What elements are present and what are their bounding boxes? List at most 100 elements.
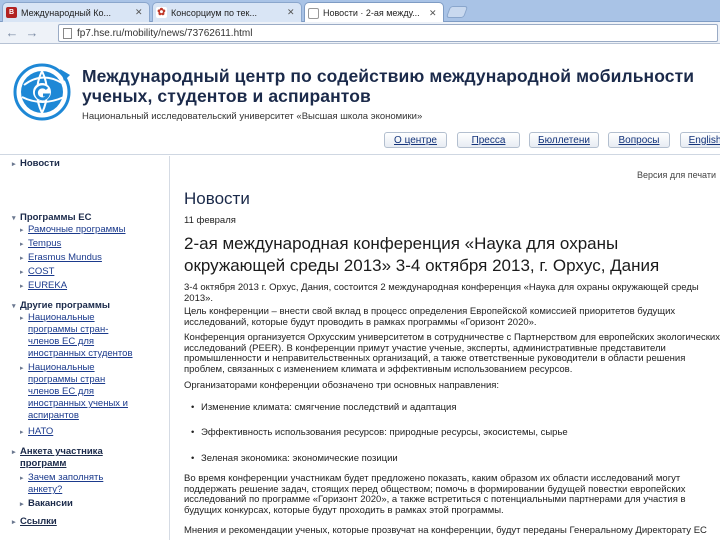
sidebar-item-label: Национальные [28, 362, 95, 373]
nav-press-button[interactable]: Пресса [457, 132, 520, 148]
arrow-right-icon: ▸ [20, 241, 24, 248]
forward-icon[interactable]: → [22, 24, 42, 42]
sidebar-item-label: EUREKA [28, 280, 68, 291]
browser-toolbar: ← → fp7.hse.ru/mobility/news/73762611.ht… [0, 22, 720, 44]
list-item: • Зеленая экономика: экономические позици… [191, 453, 398, 464]
arrow-down-icon: ▾ [12, 215, 16, 222]
arrow-down-icon: ▾ [12, 303, 16, 310]
sidebar-item-tempus[interactable]: ▸ Tempus [20, 238, 61, 250]
sidebar-item-vacancies[interactable]: ▸ Вакансии [20, 498, 73, 510]
sidebar-item-label: Вакансии [28, 498, 73, 509]
address-bar[interactable]: fp7.hse.ru/mobility/news/73762611.html [58, 24, 718, 42]
tab-close-icon[interactable]: ✕ [135, 7, 145, 18]
news-date: 11 февраля [184, 215, 236, 226]
page-title: Новости [184, 189, 250, 208]
sidebar-item-label-cont[interactable]: иностранных ученых и [28, 398, 128, 409]
arrow-right-icon: ▸ [20, 429, 24, 436]
sidebar-item-label: COST [28, 266, 55, 277]
new-tab-button[interactable] [445, 6, 469, 18]
sidebar-item-eureka[interactable]: ▸ EUREKA [20, 280, 67, 292]
sidebar-item-label-cont[interactable]: программы стран- [28, 324, 108, 335]
tab-favicon-icon: В [6, 7, 17, 18]
arrow-right-icon: ▸ [20, 315, 24, 322]
browser-tab-1[interactable]: В Международный Ко... ✕ [2, 2, 150, 22]
news-paragraph: Организаторами конференции обозначено тр… [184, 380, 500, 391]
sidebar-item-eu-programs[interactable]: ▾ Программы ЕС [12, 212, 91, 224]
news-paragraph: Цель конференции – внести свой вклад в п… [184, 306, 676, 328]
page: В Международный Ко... ✕ ✿ Консорциум по … [0, 0, 720, 540]
browser-tab-3-active[interactable]: Новости · 2-ая между... ✕ [304, 2, 444, 23]
sidebar-item-label-cont[interactable]: аспирантов [28, 410, 79, 421]
sidebar-item-nato[interactable]: ▸ НАТО [20, 426, 53, 438]
sidebar-item-questionnaire[interactable]: ▸ Анкета участника [12, 446, 103, 458]
news-paragraph: Во время конференции участникам будет пр… [184, 473, 686, 516]
sidebar-item-label: Другие программы [20, 300, 111, 311]
sidebar-item-erasmus[interactable]: ▸ Erasmus Mundus [20, 252, 102, 264]
sidebar-item-links[interactable]: ▸ Ссылки [12, 516, 57, 528]
sidebar-item-label-cont[interactable]: программы стран [28, 374, 105, 385]
sidebar-item-label: Tempus [28, 238, 62, 249]
back-icon[interactable]: ← [2, 24, 22, 42]
news-paragraph: Мнения и рекомендации ученых, которые пр… [184, 525, 707, 536]
arrow-right-icon: ▸ [12, 519, 16, 526]
sidebar-item-label: Ссылки [20, 516, 57, 527]
bullet-icon: • [191, 427, 195, 438]
sidebar-item-label-cont[interactable]: анкету? [28, 484, 62, 495]
arrow-right-icon: ▸ [20, 227, 24, 234]
site-header: Международный центр по содействию междун… [0, 45, 720, 155]
nav-english-button[interactable]: English [680, 132, 720, 148]
tab-close-icon[interactable]: ✕ [287, 7, 297, 18]
arrow-right-icon: ▸ [20, 269, 24, 276]
sidebar-item-label: Программы ЕС [20, 212, 92, 223]
nav-about-button[interactable]: О центре [384, 132, 447, 148]
bullet-icon: • [191, 453, 195, 464]
tab-favicon-icon: ✿ [156, 7, 167, 18]
nav-questions-button[interactable]: Вопросы [608, 132, 670, 148]
sidebar-item-label-cont[interactable]: программ [20, 458, 66, 469]
arrow-right-icon: ▸ [20, 475, 24, 482]
arrow-right-icon: ▸ [12, 161, 16, 168]
bullet-icon: • [191, 402, 195, 413]
nav-bulletins-button[interactable]: Бюллетени [529, 132, 599, 148]
sidebar: ▸ Новости ▾ Программы ЕС ▸ Рамочные програм… [0, 156, 170, 540]
list-item: • Эффективность использования ресурсов: п… [191, 427, 568, 438]
url-text: fp7.hse.ru/mobility/news/73762611.html [77, 27, 253, 39]
browser-tab-2[interactable]: ✿ Консорциум по тек... ✕ [152, 2, 302, 22]
sidebar-item-label: Новости [20, 158, 60, 169]
tab-label: Международный Ко... [21, 7, 112, 18]
news-paragraph: Конференция организуется Орхусским униве… [184, 332, 720, 375]
sidebar-item-other-programs[interactable]: ▾ Другие программы [12, 300, 110, 312]
site-subtitle: Национальный исследовательский университ… [82, 111, 423, 122]
sidebar-item-national-students[interactable]: ▸ Национальные [20, 312, 95, 324]
sidebar-item-label: Анкета участника [20, 446, 103, 457]
tab-favicon-icon [308, 7, 319, 19]
tab-close-icon[interactable]: ✕ [429, 8, 439, 19]
sidebar-item-label: Национальные [28, 312, 95, 323]
sidebar-item-label-cont[interactable]: иностранных студентов [28, 348, 133, 359]
sidebar-item-label: НАТО [28, 426, 54, 437]
arrow-right-icon: ▸ [20, 283, 24, 290]
sidebar-item-national-scientists[interactable]: ▸ Национальные [20, 362, 95, 374]
sidebar-item-why-fill[interactable]: ▸ Зачем заполнять [20, 472, 103, 484]
browser-tabbar: В Международный Ко... ✕ ✿ Консорциум по … [0, 0, 720, 23]
sidebar-item-news[interactable]: ▸ Новости [12, 158, 60, 170]
arrow-right-icon: ▸ [20, 365, 24, 372]
tab-label: Консорциум по тек... [171, 7, 257, 18]
arrow-right-icon: ▸ [12, 449, 16, 456]
sidebar-item-framework[interactable]: ▸ Рамочные программы [20, 224, 126, 236]
news-headline: 2-ая международная конференция «Наука дл… [184, 234, 660, 275]
arrow-right-icon: ▸ [20, 255, 24, 262]
tab-label: Новости · 2-ая между... [323, 8, 420, 18]
sidebar-item-label-cont[interactable]: членов ЕС для [28, 336, 94, 347]
print-version-link[interactable]: Версия для печати [637, 170, 716, 180]
page-icon [63, 27, 72, 39]
sidebar-item-label-cont[interactable]: членов ЕС для [28, 386, 94, 397]
globe-logo-icon[interactable] [12, 61, 74, 123]
sidebar-item-cost[interactable]: ▸ COST [20, 266, 54, 278]
site-title: Международный центр по содействию междун… [82, 66, 695, 106]
main-content: Версия для печати Новости 11 февраля 2-а… [171, 156, 720, 540]
sidebar-item-label: Рамочные программы [28, 224, 126, 235]
list-item: • Изменение климата: смягчение последстви… [191, 402, 457, 413]
sidebar-item-label: Зачем заполнять [28, 472, 104, 483]
arrow-right-icon: ▸ [20, 501, 24, 508]
